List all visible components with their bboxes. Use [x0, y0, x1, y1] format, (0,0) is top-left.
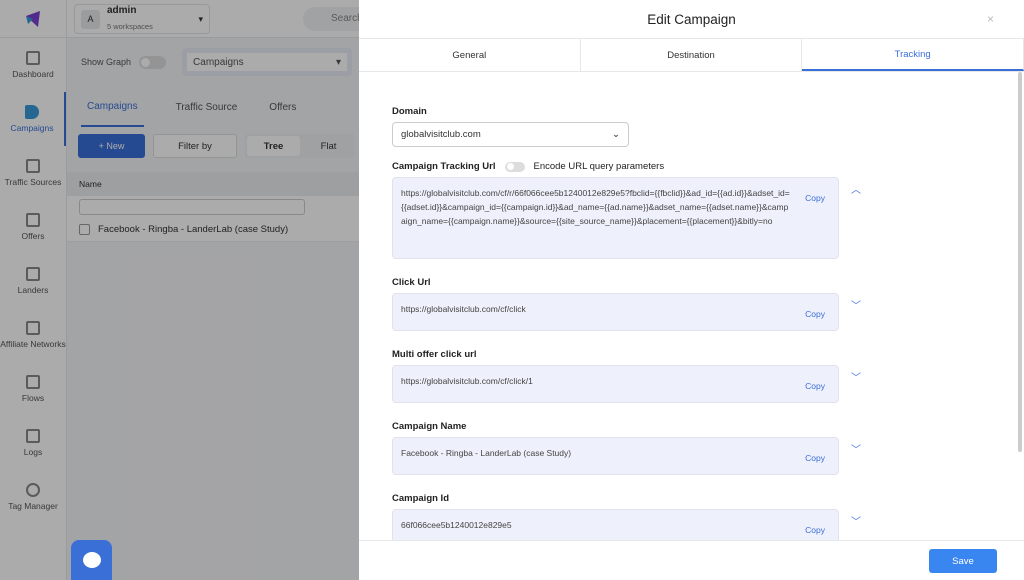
domain-value: globalvisitclub.com [401, 129, 481, 140]
tracking-url-row: https://globalvisitclub.com/cf/r/66f066c… [392, 177, 1012, 259]
copy-button[interactable]: Copy [805, 379, 825, 394]
campaign-id-row: 66f066cee5b1240012e829e5 Copy ﹀ [392, 509, 1012, 540]
domain-select[interactable]: globalvisitclub.com ⌄ [392, 122, 629, 147]
tracking-url-label-row: Campaign Tracking Url Encode URL query pa… [392, 161, 1012, 172]
tracking-url-field[interactable]: https://globalvisitclub.com/cf/r/66f066c… [392, 177, 839, 259]
modal-title: Edit Campaign [647, 11, 736, 27]
click-url-label: Click Url [392, 277, 431, 288]
tab-destination[interactable]: Destination [581, 39, 803, 71]
chevron-down-icon[interactable]: ﹀ [851, 297, 861, 312]
close-icon[interactable]: × [987, 12, 994, 26]
modal-footer: Save [359, 540, 1024, 580]
tracking-form: Domain globalvisitclub.com ⌄ Campaign Tra… [392, 72, 1012, 540]
campaign-id-value: 66f066cee5b1240012e829e5 [401, 520, 512, 530]
encode-url-label: Encode URL query parameters [533, 161, 665, 172]
tracking-url-value: https://globalvisitclub.com/cf/r/66f066c… [401, 188, 790, 226]
tracking-url-label: Campaign Tracking Url [392, 161, 496, 172]
chat-button[interactable] [71, 540, 112, 580]
campaign-name-field[interactable]: Facebook - Ringba - LanderLab (case Stud… [392, 437, 839, 475]
campaign-name-label: Campaign Name [392, 421, 467, 432]
save-button[interactable]: Save [929, 549, 997, 573]
campaign-id-label: Campaign Id [392, 493, 450, 504]
copy-button[interactable]: Copy [805, 191, 825, 250]
click-url-field[interactable]: https://globalvisitclub.com/cf/click Copy [392, 293, 839, 331]
multi-offer-field[interactable]: https://globalvisitclub.com/cf/click/1 Co… [392, 365, 839, 403]
chat-icon [82, 552, 101, 568]
copy-button[interactable]: Copy [805, 451, 825, 466]
copy-button[interactable]: Copy [805, 523, 825, 538]
edit-campaign-modal: Edit Campaign × General Destination Track… [359, 0, 1024, 580]
modal-header: Edit Campaign × [359, 0, 1024, 38]
copy-button[interactable]: Copy [805, 307, 825, 322]
tab-general[interactable]: General [359, 39, 581, 71]
chevron-down-icon: ⌄ [612, 129, 620, 140]
encode-url-toggle[interactable] [505, 161, 526, 172]
chevron-up-icon[interactable]: ︿ [851, 181, 861, 196]
chevron-down-icon[interactable]: ﹀ [851, 513, 861, 528]
chevron-down-icon[interactable]: ﹀ [851, 441, 861, 456]
scrollbar[interactable] [1018, 72, 1022, 452]
chevron-down-icon[interactable]: ﹀ [851, 369, 861, 384]
click-url-row: https://globalvisitclub.com/cf/click Copy… [392, 293, 1012, 331]
campaign-name-row: Facebook - Ringba - LanderLab (case Stud… [392, 437, 1012, 475]
multi-offer-value: https://globalvisitclub.com/cf/click/1 [401, 376, 533, 386]
multi-offer-label: Multi offer click url [392, 349, 477, 360]
multi-offer-row: https://globalvisitclub.com/cf/click/1 Co… [392, 365, 1012, 403]
click-url-value: https://globalvisitclub.com/cf/click [401, 304, 526, 314]
campaign-id-field[interactable]: 66f066cee5b1240012e829e5 Copy [392, 509, 839, 540]
tab-tracking[interactable]: Tracking [802, 39, 1024, 71]
modal-tabs: General Destination Tracking [359, 38, 1024, 72]
campaign-name-value: Facebook - Ringba - LanderLab (case Stud… [401, 448, 572, 458]
domain-label: Domain [392, 106, 427, 117]
